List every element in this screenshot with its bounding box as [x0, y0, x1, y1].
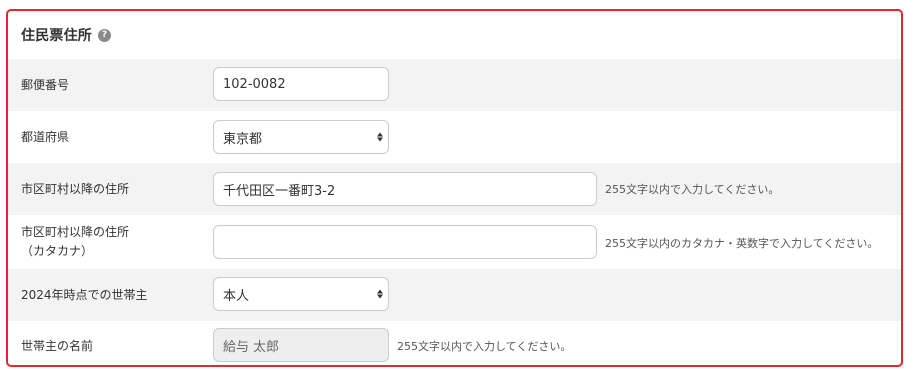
- address-hint: 255文字以内で入力してください。: [605, 183, 780, 196]
- householder-value: 本人: [223, 288, 250, 304]
- address-kana-row: 市区町村以降の住所 （カタカナ） 255文字以内のカタカナ・英数字で入力してくだ…: [8, 215, 901, 269]
- householder-name-label: 世帯主の名前: [21, 339, 94, 353]
- prefecture-label: 都道府県: [21, 130, 70, 144]
- postal-code-row: 郵便番号 102-0082: [8, 59, 901, 111]
- prefecture-value: 東京都: [223, 131, 263, 147]
- postal-code-input[interactable]: 102-0082: [213, 67, 389, 101]
- prefecture-select[interactable]: 東京都: [213, 120, 389, 154]
- address-label: 市区町村以降の住所: [21, 182, 130, 196]
- address-input[interactable]: 千代田区一番町3-2: [213, 172, 597, 206]
- section-header: 住民票住所 ?: [8, 11, 901, 59]
- householder-name-value: 給与 太郎: [223, 339, 280, 355]
- address-kana-label-line1: 市区町村以降の住所: [21, 225, 130, 239]
- address-section-panel: 住民票住所 ? 郵便番号 102-0082 都道府県 東京都 市区町村以降の住所…: [6, 9, 903, 367]
- select-arrows-icon: [377, 289, 383, 299]
- postal-code-value: 102-0082: [223, 76, 286, 92]
- question-circle-icon[interactable]: ?: [98, 28, 111, 42]
- address-row: 市区町村以降の住所 千代田区一番町3-2 255文字以内で入力してください。: [8, 163, 901, 215]
- address-kana-input[interactable]: [213, 225, 597, 259]
- postal-code-label: 郵便番号: [21, 78, 70, 92]
- address-value: 千代田区一番町3-2: [223, 183, 336, 199]
- address-kana-label-line2: （カタカナ）: [21, 244, 94, 258]
- address-kana-hint: 255文字以内のカタカナ・英数字で入力してください。: [605, 237, 879, 250]
- householder-name-row: 世帯主の名前 給与 太郎 255文字以内で入力してください。: [8, 321, 901, 365]
- householder-select[interactable]: 本人: [213, 277, 389, 311]
- select-arrows-icon: [377, 132, 383, 142]
- householder-row: 2024年時点での世帯主 本人: [8, 269, 901, 321]
- prefecture-row: 都道府県 東京都: [8, 111, 901, 163]
- householder-name-input: 給与 太郎: [213, 328, 389, 362]
- householder-label: 2024年時点での世帯主: [21, 288, 148, 302]
- section-title: 住民票住所: [21, 28, 92, 44]
- householder-name-hint: 255文字以内で入力してください。: [397, 340, 572, 353]
